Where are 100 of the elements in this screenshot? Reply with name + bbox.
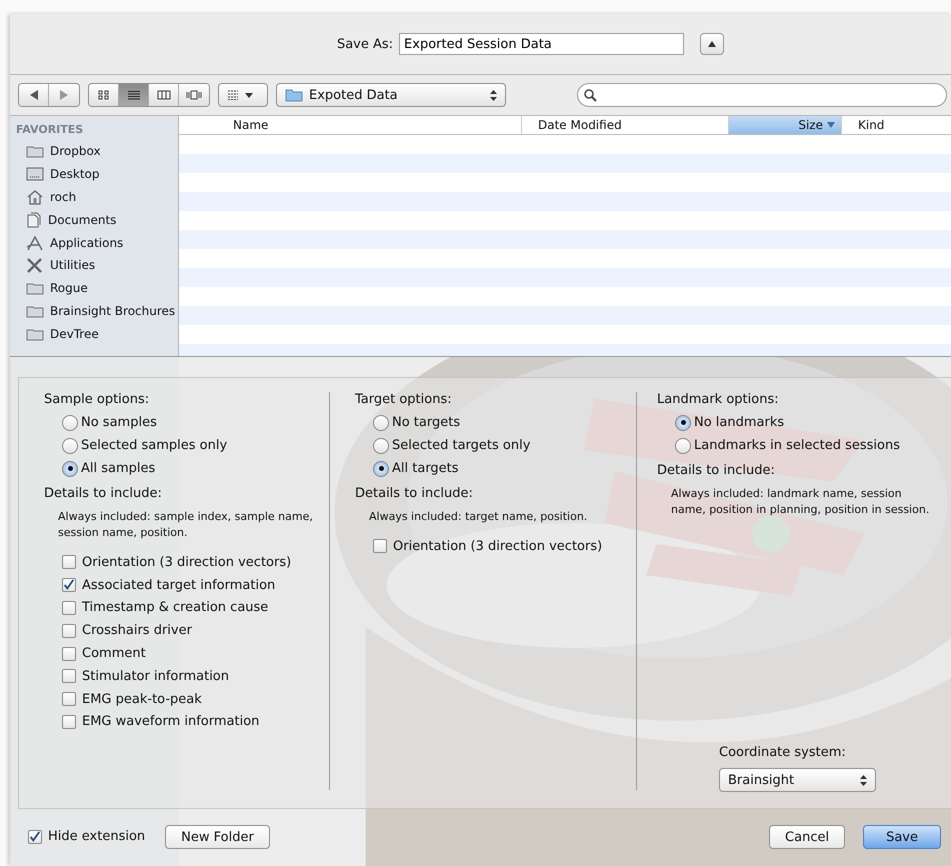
folder-icon <box>26 326 44 341</box>
tools-icon <box>26 257 44 274</box>
radio-option[interactable]: Landmarks in selected sessions <box>657 434 935 457</box>
sort-arrow-icon <box>827 122 835 128</box>
sidebar-item[interactable]: Utilities <box>16 254 178 277</box>
search-field[interactable] <box>577 83 947 107</box>
radio-option[interactable]: Selected samples only <box>44 434 319 457</box>
sidebar-item[interactable]: Applications <box>16 231 178 254</box>
options-heading: Sample options: <box>44 392 150 407</box>
checkbox[interactable] <box>62 578 76 592</box>
view-mode-button[interactable] <box>149 84 179 106</box>
radio-option[interactable]: No targets <box>355 411 626 434</box>
desktop-icon <box>26 167 44 182</box>
location-popup[interactable]: Expoted Data <box>276 83 506 107</box>
folder-icon <box>26 144 44 158</box>
columns-icon <box>156 90 170 100</box>
arrange-button[interactable] <box>218 83 268 107</box>
list-icon <box>126 90 140 100</box>
details-heading: Details to include: <box>355 486 474 501</box>
back-button[interactable] <box>19 84 49 106</box>
navigation-control[interactable] <box>18 83 80 107</box>
sidebar-heading: FAVORITES <box>16 123 84 136</box>
radio-button[interactable] <box>62 460 78 476</box>
radio-option[interactable]: Selected targets only <box>355 434 626 457</box>
checkbox-option[interactable]: Orientation (3 direction vectors) <box>44 551 319 574</box>
checkbox-option[interactable]: EMG peak-to-peak <box>44 688 319 711</box>
sidebar-item[interactable]: Rogue <box>16 276 178 300</box>
sidebar-item[interactable]: Brainsight Brochures <box>16 300 178 322</box>
disclosure-button[interactable] <box>700 33 724 55</box>
view-mode-control[interactable] <box>88 83 210 107</box>
sidebar-item[interactable]: roch <box>16 186 178 208</box>
view-mode-button[interactable] <box>119 84 149 106</box>
coordinate-label: Coordinate system: <box>719 745 847 760</box>
hide-extension-option[interactable]: Hide extension <box>28 826 146 848</box>
radio-option[interactable]: No landmarks <box>657 411 935 434</box>
checkbox[interactable] <box>62 555 76 570</box>
updown-icon <box>490 90 497 100</box>
radio-option[interactable]: All samples <box>44 457 319 480</box>
note-text: Always included: landmark name, session name, position in planning, position in session. <box>670 486 930 518</box>
grid-icon <box>227 90 239 100</box>
radio-button[interactable] <box>62 414 78 430</box>
checkmark-icon <box>63 578 75 592</box>
applications-icon <box>26 234 44 251</box>
save-button[interactable]: Save <box>863 825 941 849</box>
checkbox-option[interactable]: Stimulator information <box>44 664 319 688</box>
caret-icon <box>245 92 253 98</box>
view-mode-button[interactable] <box>89 84 119 106</box>
folder-icon <box>26 281 44 296</box>
updown-icon <box>860 774 867 786</box>
checkbox[interactable] <box>62 692 76 706</box>
radio-option[interactable]: All targets <box>355 457 626 480</box>
triangle-icon <box>708 41 716 47</box>
column-header[interactable]: Size <box>728 116 841 134</box>
sidebar-item[interactable]: DevTree <box>16 322 178 346</box>
radio-button[interactable] <box>373 438 389 454</box>
radio-button[interactable] <box>675 438 691 454</box>
save-as-label: Save As: <box>336 36 394 52</box>
options-heading: Landmark options: <box>657 392 780 407</box>
checkbox-option[interactable]: Orientation (3 direction vectors) <box>355 535 626 558</box>
sidebar-item[interactable]: Dropbox <box>16 140 178 163</box>
checkbox[interactable] <box>28 830 42 844</box>
folder-icon <box>285 88 303 102</box>
cancel-button[interactable]: Cancel <box>769 825 846 849</box>
search-icon <box>584 88 597 102</box>
folder-icon <box>26 304 44 318</box>
checkbox-option[interactable]: EMG waveform information <box>44 710 319 734</box>
checkbox[interactable] <box>62 714 76 729</box>
radio-button[interactable] <box>62 438 78 454</box>
radio-button[interactable] <box>373 414 389 430</box>
checkmark-icon <box>29 830 41 844</box>
checkbox[interactable] <box>62 669 76 684</box>
details-heading: Details to include: <box>44 486 163 501</box>
coordinate-popup[interactable]: Brainsight <box>719 768 876 792</box>
left-arrow-icon <box>30 90 38 100</box>
radio-button[interactable] <box>675 414 691 430</box>
house-icon <box>26 188 44 205</box>
column-header[interactable]: Name <box>179 116 521 134</box>
right-arrow-icon <box>60 90 68 100</box>
details-heading: Details to include: <box>657 463 776 478</box>
sidebar-item[interactable]: Documents <box>16 208 178 232</box>
checkbox[interactable] <box>62 624 76 638</box>
checkbox[interactable] <box>62 646 76 661</box>
radio-button[interactable] <box>373 460 389 476</box>
documents-icon <box>26 212 42 228</box>
options-heading: Target options: <box>355 392 453 407</box>
note-text: Always included: sample index, sample name, session name, position. <box>57 509 314 541</box>
note-text: Always included: target name, position. <box>368 509 588 525</box>
checkbox-option[interactable]: Timestamp & creation cause <box>44 596 319 620</box>
checkbox-option[interactable]: Comment <box>44 642 319 665</box>
checkbox[interactable] <box>373 539 387 554</box>
sidebar-item[interactable]: Desktop <box>16 162 178 186</box>
grid-icon <box>98 90 110 100</box>
new-folder-button[interactable]: New Folder <box>165 825 270 849</box>
checkbox-option[interactable]: Crosshairs driver <box>44 619 319 642</box>
radio-option[interactable]: No samples <box>44 411 319 434</box>
checkbox[interactable] <box>62 600 76 615</box>
checkbox-option[interactable]: Associated target information <box>44 574 319 597</box>
filename-field[interactable]: Exported Session Data <box>399 33 684 55</box>
view-mode-button[interactable] <box>179 84 209 106</box>
column-header[interactable]: Kind <box>841 116 951 134</box>
